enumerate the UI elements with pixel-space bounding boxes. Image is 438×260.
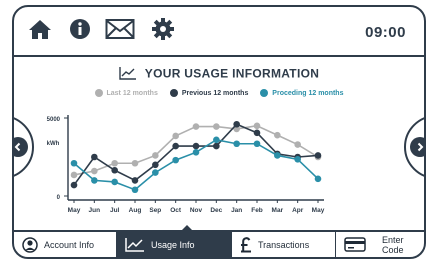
data-point [70, 181, 78, 189]
tab-account-info[interactable]: Account Info [14, 232, 117, 257]
chevron-right-icon [410, 137, 424, 157]
x-tick-label: Jun [89, 207, 101, 214]
x-tick-label: Apr [292, 207, 304, 214]
data-point [253, 122, 261, 130]
y-axis-label: kWh [47, 141, 60, 147]
data-point [70, 159, 78, 167]
data-point [213, 142, 220, 150]
x-tick-label: Mar [272, 207, 284, 214]
data-point [192, 149, 200, 156]
usage-chart: 5000 0 kWh May Jun Jul Aug Sep Oct Nov Dec Jan Feb Ma… [47, 115, 325, 214]
data-point [152, 161, 159, 169]
data-point [314, 152, 322, 159]
data-point [192, 123, 200, 130]
x-tick-label: Jan [231, 207, 242, 214]
data-point [152, 152, 159, 159]
data-point [131, 177, 139, 184]
x-tick-label: Jul [110, 207, 120, 214]
data-point [294, 156, 301, 163]
data-point [274, 152, 281, 159]
usage-chart-icon [125, 237, 145, 252]
bottom-tab-bar: Account Info Usage Info Transactions Ent… [14, 230, 424, 257]
device-frame: 09:00 YOUR USAGE INFORMATION Last 12 mon… [12, 5, 426, 259]
tab-label: Account Info [44, 239, 95, 250]
tab-label: Usage Info [151, 239, 195, 250]
x-tick-label: Oct [170, 207, 182, 214]
data-point [152, 169, 159, 176]
data-point [111, 159, 118, 167]
data-point [111, 166, 118, 174]
x-tick-label: Aug [129, 207, 142, 214]
data-point [91, 167, 98, 175]
data-point [274, 131, 281, 139]
account-icon [22, 236, 38, 253]
data-point [131, 186, 139, 194]
data-point [253, 140, 261, 148]
x-tick-label: May [312, 207, 325, 214]
data-point [192, 142, 200, 150]
x-tick-label: Nov [190, 207, 203, 214]
data-point [111, 178, 118, 186]
data-point [233, 140, 240, 148]
data-point [294, 141, 301, 148]
pound-icon [240, 236, 252, 253]
tab-label: Enter Code [382, 234, 404, 255]
y-tick-label: 5000 [47, 117, 61, 123]
data-point [172, 142, 179, 150]
tab-label: Transactions [258, 239, 310, 250]
chevron-left-icon [14, 137, 28, 157]
y-tick-label: 0 [57, 195, 61, 201]
x-tick-label: Dec [210, 207, 222, 214]
data-point [213, 136, 220, 144]
x-tick-label: Sep [149, 207, 161, 214]
data-point [213, 123, 220, 130]
data-point [91, 177, 98, 184]
data-point [172, 132, 179, 140]
x-tick-label: May [68, 207, 81, 214]
card-icon [344, 237, 366, 252]
tab-enter-code[interactable]: Enter Code [336, 232, 424, 257]
x-tick-label: Feb [251, 207, 263, 214]
data-point [253, 129, 261, 137]
tab-transactions[interactable]: Transactions [232, 232, 336, 257]
data-point [91, 153, 98, 161]
data-point [233, 120, 240, 128]
data-point [70, 171, 78, 179]
tab-usage-info[interactable]: Usage Info [117, 232, 232, 257]
data-point [314, 175, 322, 183]
data-point [131, 159, 139, 167]
data-point [172, 156, 179, 164]
